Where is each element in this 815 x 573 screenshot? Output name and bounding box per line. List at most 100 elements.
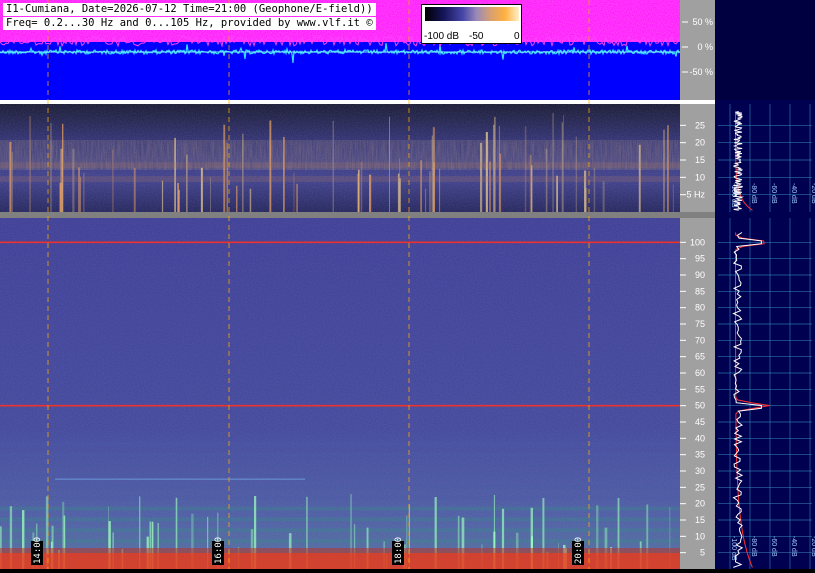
transient-streak: [498, 125, 500, 212]
y-tick-label: 65: [695, 352, 705, 362]
transient-streak: [663, 129, 665, 212]
time-label-text: 14:00: [33, 537, 43, 564]
y-tick-label: 20: [695, 499, 705, 509]
x-tick-label: -80 dB: [750, 536, 757, 557]
harmonic-band: [0, 441, 680, 446]
spectrogram-figure: 14:00 16:00 18:00 20:00 50 % 0 % -50 % 25 20 15 1…: [0, 0, 815, 569]
harmonic-band: [0, 495, 680, 500]
y-tick-label: 5: [700, 548, 705, 558]
x-tick-label: -20 dB: [810, 183, 815, 204]
transient-streak: [524, 126, 527, 212]
transient-streak: [485, 132, 488, 212]
y-tick-label: 25: [695, 120, 705, 130]
frequency-info-line: Freq= 0.2...30 Hz and 0...105 Hz, provid…: [3, 17, 376, 30]
harmonic-band: [0, 452, 680, 457]
panel-separator: [0, 100, 680, 104]
transient-streak: [602, 181, 605, 212]
transient-streak: [493, 124, 495, 212]
transient-streak: [226, 168, 228, 212]
time-label-text: 16:00: [214, 537, 224, 564]
transient-streak: [78, 167, 80, 212]
y-tick-label: 85: [695, 286, 705, 296]
y-tick-label: 15: [695, 155, 705, 165]
panel-separator: [0, 212, 680, 218]
y-tick-label: 40: [695, 433, 705, 443]
x-tick-label: -40 dB: [790, 183, 797, 204]
y-tick-label: 0 %: [697, 42, 713, 52]
harmonic-band: [0, 474, 680, 479]
transient-streak: [399, 178, 401, 212]
transient-streak: [575, 136, 577, 212]
y-tick-label: 50 %: [692, 17, 713, 27]
transient-streak: [242, 133, 244, 212]
y-tick-label: 80: [695, 303, 705, 313]
time-label-text: 18:00: [394, 537, 404, 564]
transient-streak: [489, 161, 491, 212]
y-tick-label: 10: [695, 531, 705, 541]
viewer: 14:00 16:00 18:00 20:00 50 % 0 % -50 % 25 20 15 1…: [0, 0, 815, 569]
transient-streak: [431, 135, 434, 212]
transient-streak: [283, 137, 285, 212]
y-tick-label: 15: [695, 515, 705, 525]
resonance-band: [0, 162, 680, 169]
colorbar-label-mid: -50: [469, 31, 484, 42]
y-tick-label: 10: [695, 172, 705, 182]
colorbar-label-max: 0: [514, 31, 520, 42]
y-tick-label: 25: [695, 482, 705, 492]
harmonic-band: [0, 485, 680, 490]
transient-streak: [672, 184, 674, 212]
transient-streak: [200, 167, 203, 212]
y-tick-label: 100: [690, 237, 705, 247]
colorbar: -100 dB -50 0: [421, 4, 522, 44]
high-band-spectrogram: [0, 218, 680, 569]
y-tick-label: 5 Hz: [686, 190, 705, 200]
y-tick-label: 55: [695, 384, 705, 394]
transient-streak: [161, 180, 164, 212]
transient-streak: [177, 182, 179, 212]
transient-streak: [593, 167, 596, 212]
y-tick-label: 90: [695, 270, 705, 280]
x-tick-label: -40 dB: [790, 536, 797, 557]
y-tick-label: 35: [695, 450, 705, 460]
transient-streak: [59, 182, 62, 212]
y-tick-label: 70: [695, 335, 705, 345]
low-band-spectrogram: [0, 104, 680, 212]
transient-streak: [439, 168, 441, 212]
resonance-band: [0, 176, 680, 183]
x-tick-label: -60 dB: [770, 536, 777, 557]
x-tick-label: -60 dB: [770, 183, 777, 204]
transient-streak: [296, 183, 298, 212]
time-label-text: 20:00: [574, 537, 584, 564]
x-tick-label: -20 dB: [810, 536, 815, 557]
time-marker-label: 20:00: [572, 537, 584, 565]
y-tick-label: 75: [695, 319, 705, 329]
y-tick-label: 60: [695, 368, 705, 378]
harmonic-band: [0, 517, 680, 522]
harmonic-band: [0, 528, 680, 533]
transient-streak: [80, 176, 81, 212]
y-tick-label: 50: [695, 401, 705, 411]
harmonic-band: [0, 506, 680, 511]
transient-streak: [249, 188, 252, 212]
y-tick-label: 45: [695, 417, 705, 427]
x-tick-label: -100 dB: [730, 536, 737, 561]
transient-streak: [133, 167, 136, 212]
harmonic-band: [0, 463, 680, 468]
transient-streak: [433, 162, 435, 212]
transient-streak: [174, 137, 176, 212]
y-tick-label: 20: [695, 138, 705, 148]
y-tick-label: -50 %: [689, 67, 713, 77]
transient-streak: [667, 125, 669, 212]
transient-streak: [210, 177, 211, 212]
transient-streak: [425, 188, 427, 212]
time-marker-label: 14:00: [31, 537, 43, 565]
colorbar-label-min: -100 dB: [424, 31, 460, 42]
time-marker-label: 16:00: [212, 537, 224, 565]
y-tick-label: 30: [695, 466, 705, 476]
transient-streak: [236, 185, 238, 212]
time-marker-label: 18:00: [392, 537, 404, 565]
colorbar-gradient: [425, 7, 519, 21]
title-line: I1-Cumiana, Date=2026-07-12 Time=21:00 (…: [3, 3, 376, 16]
x-tick-label: -80 dB: [750, 183, 757, 204]
transient-streak: [360, 161, 363, 212]
